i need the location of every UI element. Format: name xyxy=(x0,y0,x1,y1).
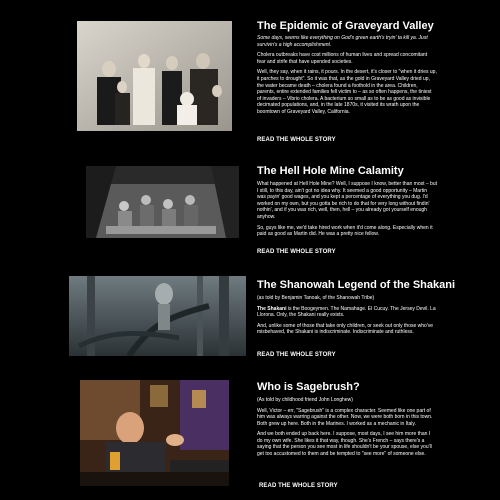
story-credit: (As told by childhood friend John Longhe… xyxy=(257,397,353,403)
story-title[interactable]: The Epidemic of Graveyard Valley xyxy=(257,20,437,33)
bar-man-photo-image xyxy=(80,380,229,486)
story-title[interactable]: The Hell Hole Mine Calamity xyxy=(257,165,437,178)
story-text: The Epidemic of Graveyard Valley Some da… xyxy=(257,20,437,116)
story-credit: (as told by Benjamin Tanoak, of the Shan… xyxy=(257,295,375,301)
story-title[interactable]: The Shanowah Legend of the Shakani xyxy=(257,279,455,292)
story-text: The Hell Hole Mine Calamity What happene… xyxy=(257,165,437,238)
shakani-name: The Shakani xyxy=(257,305,287,312)
story-image-family-photo[interactable] xyxy=(77,21,232,131)
read-more-link[interactable]: READ THE WHOLE STORY xyxy=(257,137,336,144)
story-image-shakani[interactable] xyxy=(69,276,246,356)
read-more-link[interactable]: READ THE WHOLE STORY xyxy=(259,483,338,490)
story-paragraph: Well, they say, when it rains, it pours.… xyxy=(257,69,437,115)
story-tagline: Some days, seems like everything on God'… xyxy=(257,35,428,48)
story-paragraph: Cholera outbreaks have cost millions of … xyxy=(257,52,428,65)
read-more-link[interactable]: READ THE WHOLE STORY xyxy=(257,249,336,256)
story-paragraph: Well, Victor – err, "Sagebrush" is a com… xyxy=(257,407,433,427)
story-paragraph: The Shakani is the Boogeymen. The Namaha… xyxy=(257,306,437,319)
family-photo-image xyxy=(77,21,232,131)
mine-photo-image xyxy=(86,166,239,238)
story-text: The Shanowah Legend of the Shakani (as t… xyxy=(257,279,455,336)
read-more-link[interactable]: READ THE WHOLE STORY xyxy=(257,352,336,359)
forest-creature-image xyxy=(69,276,246,356)
story-image-mine[interactable] xyxy=(86,166,239,238)
story-paragraph: And we both ended up back here. I suppos… xyxy=(257,431,432,458)
story-paragraph: And, unlike some of those that take only… xyxy=(257,322,434,336)
story-paragraph: So, guys like me, we'd take hired work w… xyxy=(257,224,433,238)
story-title[interactable]: Who is Sagebrush? xyxy=(257,381,437,394)
story-text: Who is Sagebrush? (As told by childhood … xyxy=(257,381,437,458)
story-image-sagebrush[interactable] xyxy=(80,380,229,486)
story-paragraph: What happened at Hell Hole Mine? Well, I… xyxy=(257,181,438,220)
